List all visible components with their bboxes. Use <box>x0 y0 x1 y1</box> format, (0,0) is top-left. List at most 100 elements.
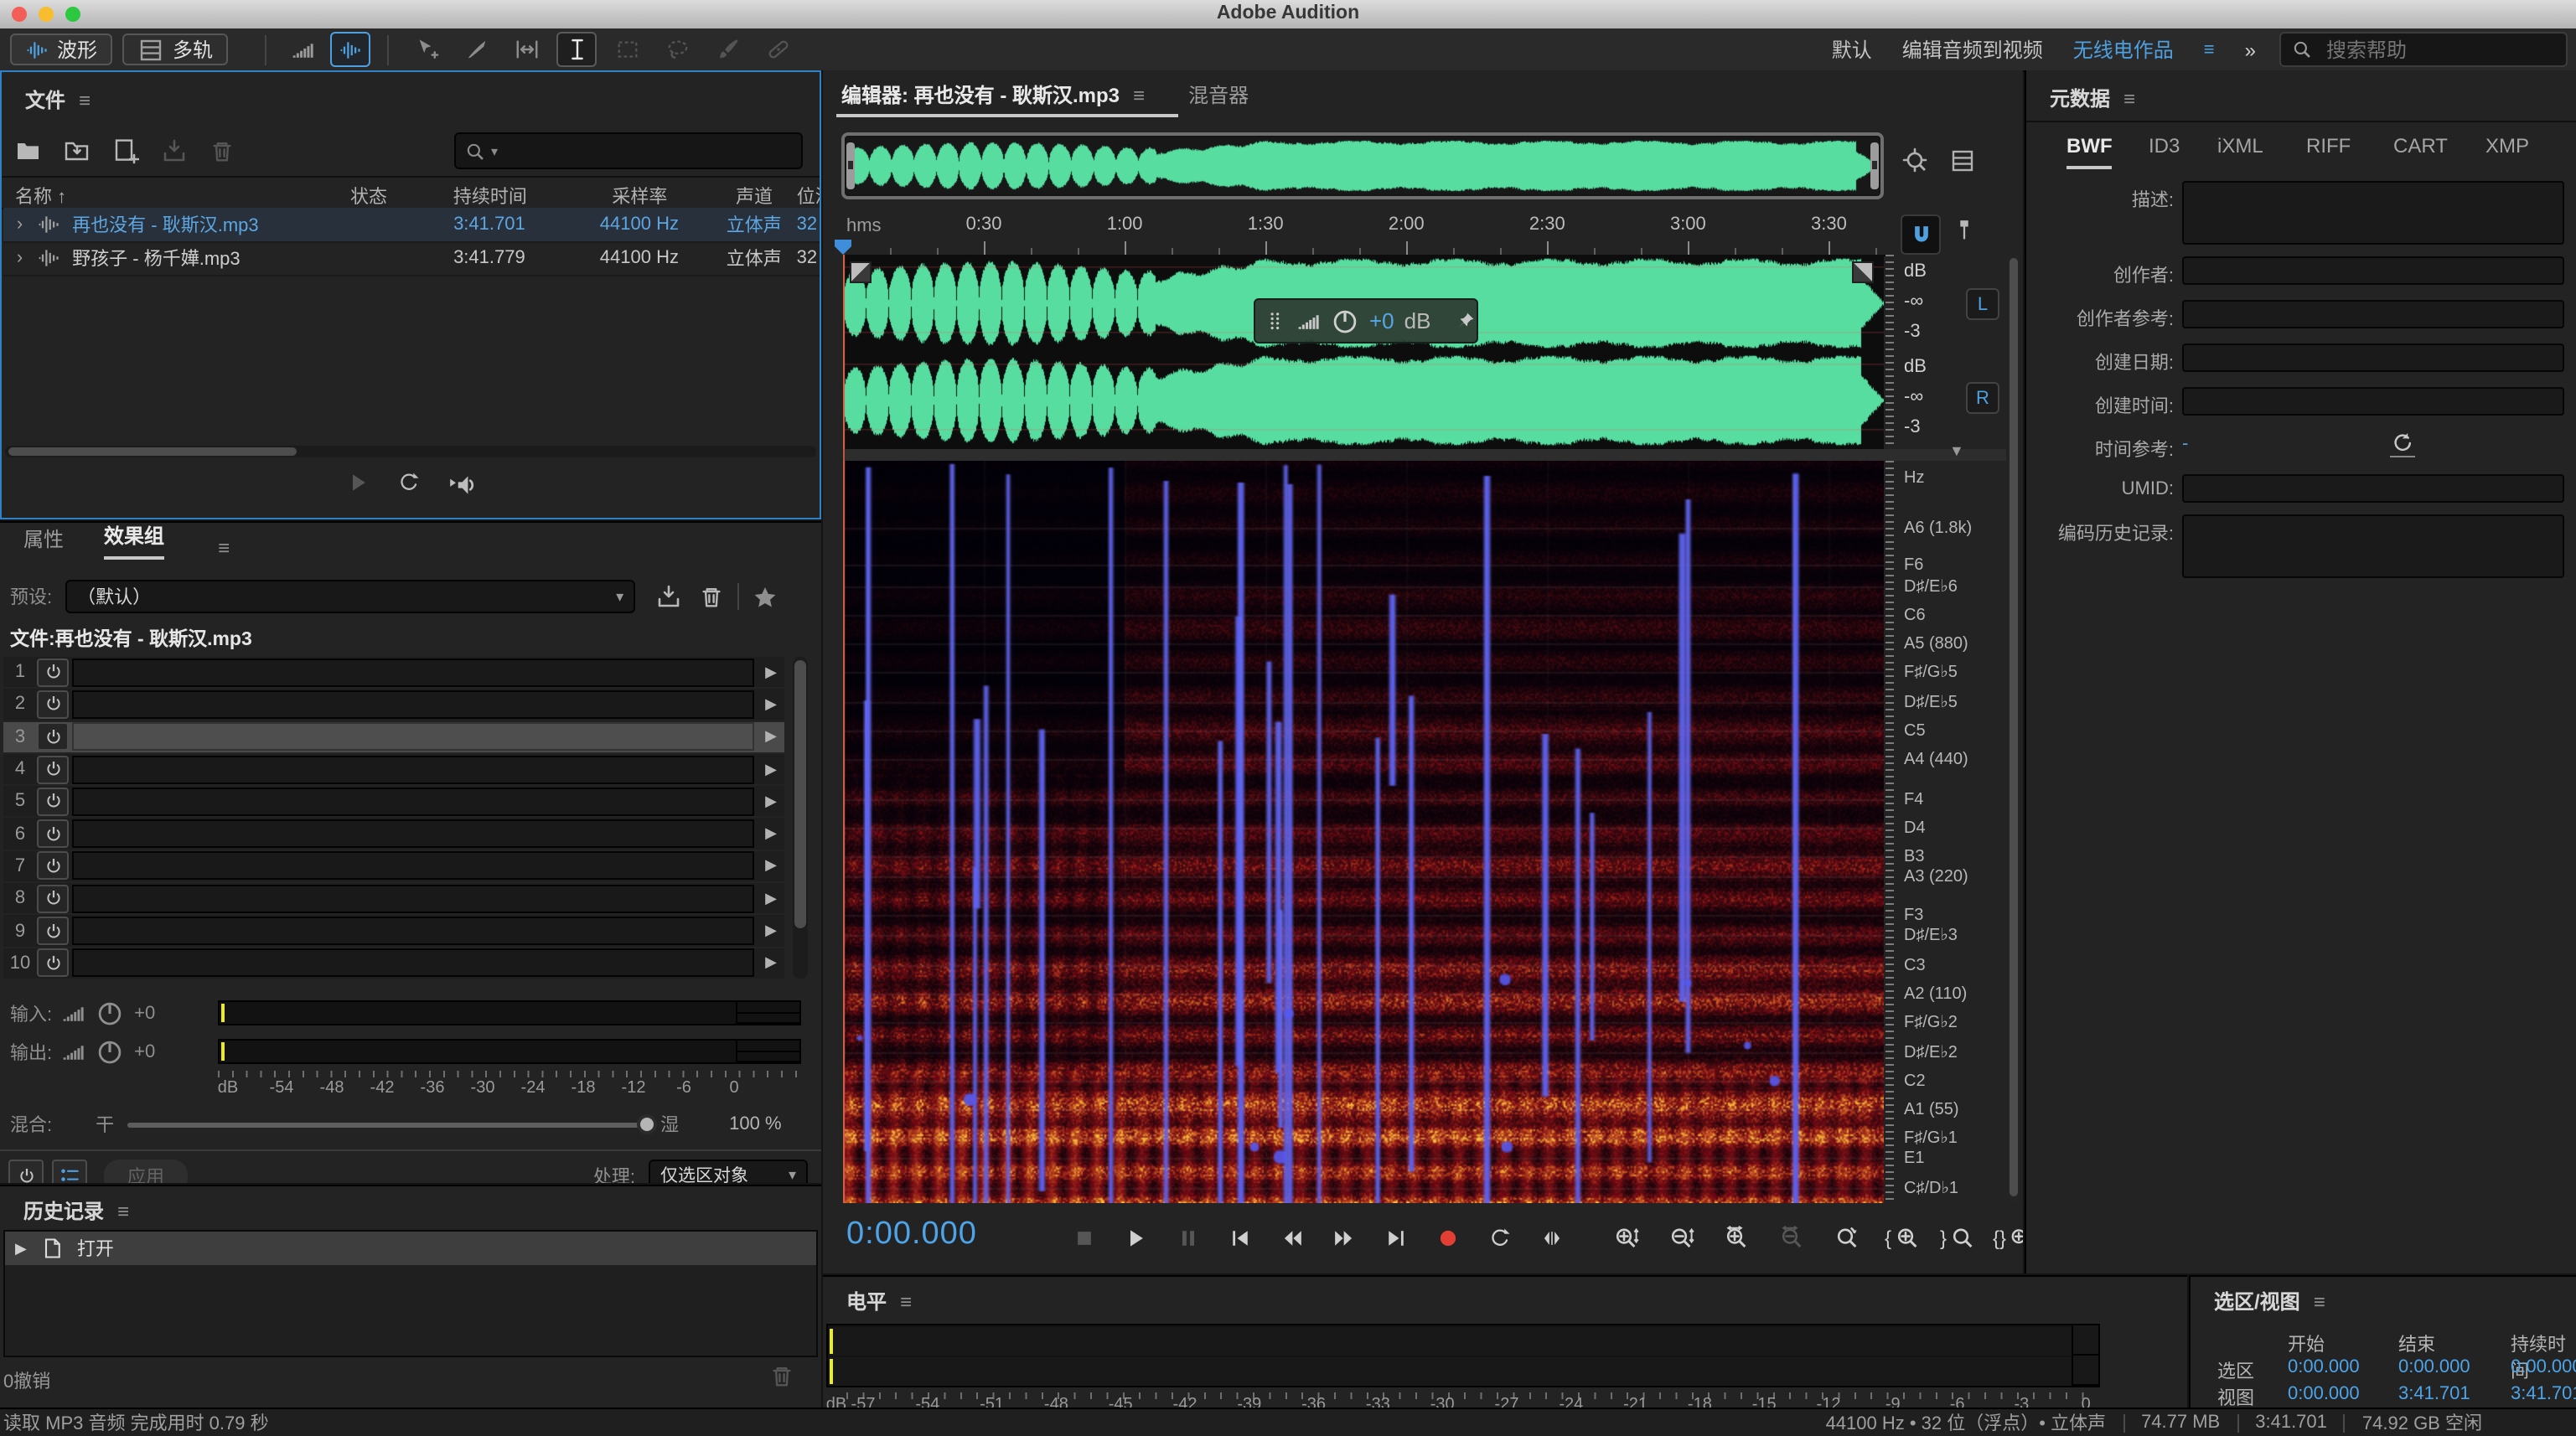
loop-playback-icon[interactable] <box>396 471 420 499</box>
process-dropdown[interactable]: 仅选区对象▾ <box>649 1159 808 1183</box>
rack-power-button[interactable] <box>8 1160 44 1183</box>
slot-arrow-icon[interactable]: ▶ <box>758 889 784 907</box>
zoom-reset-button[interactable] <box>1827 1220 1867 1257</box>
slot-power-icon[interactable] <box>37 788 69 816</box>
slot-power-icon[interactable] <box>37 852 69 881</box>
metadata-tab-xmp[interactable]: XMP <box>2485 134 2529 166</box>
overview-waveform[interactable] <box>841 132 1884 199</box>
open-folder-icon[interactable] <box>15 137 42 164</box>
output-gain-knob-icon[interactable] <box>96 1037 124 1066</box>
snap-magnet-toggle[interactable] <box>1901 214 1941 255</box>
effect-slot[interactable]: 4▶ <box>3 754 784 785</box>
channel-right-button[interactable]: R <box>1966 382 1999 414</box>
fast-forward-button[interactable] <box>1326 1220 1363 1257</box>
metadata-panel-menu-icon[interactable]: ≡ <box>2123 86 2135 110</box>
effect-slot[interactable]: 2▶ <box>3 690 784 721</box>
files-table-header[interactable]: 名称 ↑状态持续时间采样率声道位深度 <box>2 176 820 209</box>
new-file-icon[interactable] <box>112 137 139 164</box>
levels-panel-menu-icon[interactable]: ≡ <box>900 1289 912 1313</box>
channel-left-button[interactable]: L <box>1966 288 1999 320</box>
reset-icon[interactable] <box>2389 431 2414 457</box>
rack-list-toggle-button[interactable] <box>52 1160 87 1183</box>
fade-out-handle[interactable] <box>1852 261 1874 283</box>
slip-tool[interactable] <box>506 32 546 67</box>
selection-value[interactable]: 0:00.000 <box>2511 1357 2576 1377</box>
skip-selection-button[interactable] <box>1534 1220 1570 1257</box>
effects-scrollbar[interactable] <box>793 657 808 979</box>
effect-slot[interactable]: 9▶ <box>3 916 784 947</box>
waveform-display-toggle[interactable] <box>283 32 323 67</box>
skip-to-start-button[interactable] <box>1222 1220 1259 1257</box>
panel-layout-icon[interactable] <box>1949 147 1976 174</box>
slot-arrow-icon[interactable]: ▶ <box>758 922 784 940</box>
slot-effect-name[interactable] <box>72 819 754 848</box>
editor-panel-menu-icon[interactable]: ≡ <box>1133 83 1145 106</box>
metadata-tab-ixml[interactable]: iXML <box>2217 134 2263 166</box>
slot-effect-name[interactable] <box>72 917 754 945</box>
current-time-display[interactable]: 0:00.000 <box>846 1216 977 1253</box>
editor-vertical-scrollbar[interactable] <box>2008 255 2020 1203</box>
slot-effect-name[interactable] <box>72 852 754 881</box>
slot-arrow-icon[interactable]: ▶ <box>758 954 784 973</box>
hud-gain-knob-icon[interactable] <box>1331 307 1359 335</box>
help-search-box[interactable] <box>2279 32 2568 67</box>
channel-divider[interactable]: ▼ <box>843 449 2006 461</box>
save-preset-icon[interactable] <box>655 583 682 610</box>
waveform-editor-button[interactable]: 波形 <box>10 34 112 65</box>
zoom-out-horizontal-button[interactable] <box>1772 1220 1812 1257</box>
delete-preset-icon[interactable] <box>699 584 724 609</box>
time-selection-tool[interactable] <box>556 32 597 67</box>
column-header[interactable]: 持续时间 <box>412 178 567 208</box>
hud-pin-icon[interactable] <box>1454 310 1476 332</box>
slot-power-icon[interactable] <box>37 755 69 783</box>
slot-power-icon[interactable] <box>37 722 69 751</box>
column-header[interactable]: 名称 ↑ <box>2 178 350 208</box>
delete-icon[interactable] <box>209 138 235 163</box>
slot-effect-name[interactable] <box>72 949 754 978</box>
file-row[interactable]: ›再也没有 - 耿斯汉.mp33:41.70144100 Hz立体声32 <box>3 208 820 243</box>
slot-arrow-icon[interactable]: ▶ <box>758 857 784 876</box>
files-horizontal-scrollbar[interactable] <box>5 446 816 457</box>
metadata-tab-riff[interactable]: RIFF <box>2306 134 2351 166</box>
auto-play-icon[interactable] <box>447 471 475 499</box>
selection-value[interactable]: 3:41.701 <box>2398 1384 2470 1404</box>
zoom-in-horizontal-button[interactable] <box>1716 1220 1756 1257</box>
import-file-icon[interactable] <box>64 137 91 164</box>
spectral-display[interactable] <box>843 461 1884 1203</box>
fade-in-handle[interactable] <box>850 261 872 283</box>
loop-playback-button[interactable] <box>1482 1220 1518 1257</box>
slot-power-icon[interactable] <box>37 884 69 912</box>
hud-gain-value[interactable]: +0 <box>1369 308 1394 333</box>
zoom-navigate-icon[interactable] <box>1902 147 1929 174</box>
files-panel-menu-icon[interactable]: ≡ <box>79 88 91 111</box>
play-icon[interactable] <box>346 471 370 499</box>
column-header[interactable]: 采样率 <box>568 178 712 208</box>
zoom-in-point-button[interactable]: { <box>1882 1220 1922 1257</box>
slot-power-icon[interactable] <box>37 949 69 978</box>
record-button[interactable] <box>1430 1220 1466 1257</box>
marquee-selection-tool[interactable] <box>607 32 647 67</box>
metadata-input[interactable] <box>2182 344 2564 372</box>
tab-properties[interactable]: 属性 <box>23 524 64 560</box>
add-marker-icon[interactable] <box>1953 218 1976 241</box>
tab-mixer[interactable]: 混音器 <box>1188 80 1249 109</box>
files-search-box[interactable]: ▾ <box>454 132 803 169</box>
slot-effect-name[interactable] <box>72 755 754 783</box>
slot-arrow-icon[interactable]: ▶ <box>758 824 784 843</box>
zoom-out-point-button[interactable]: } <box>1937 1220 1978 1257</box>
clear-history-icon[interactable] <box>769 1364 794 1389</box>
favorite-star-icon[interactable] <box>753 584 778 609</box>
metadata-tab-id3[interactable]: ID3 <box>2149 134 2180 166</box>
expand-chevron-icon[interactable]: › <box>3 214 36 235</box>
metadata-tab-cart[interactable]: CART <box>2393 134 2448 166</box>
workspace-radio-production[interactable]: 无线电作品 <box>2073 35 2174 64</box>
apply-button[interactable]: 应用 <box>104 1159 188 1183</box>
hud-grip-icon[interactable] <box>1265 310 1287 332</box>
pause-button[interactable] <box>1170 1220 1207 1257</box>
razor-tool[interactable] <box>456 32 496 67</box>
effect-slot[interactable]: 5▶ <box>3 786 784 817</box>
skip-to-end-button[interactable] <box>1378 1220 1415 1257</box>
slot-arrow-icon[interactable]: ▶ <box>758 760 784 778</box>
slot-effect-name[interactable] <box>72 884 754 912</box>
zoom-selection-button[interactable]: {} <box>1993 1220 2023 1257</box>
